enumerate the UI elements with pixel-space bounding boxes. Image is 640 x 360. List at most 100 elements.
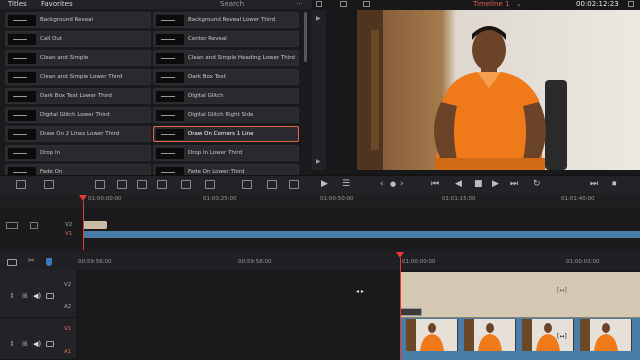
- ruler-tick: 01:01:15:00: [442, 196, 476, 202]
- full-screen-icon[interactable]: ⏹: [612, 179, 617, 190]
- overwrite-clip-icon[interactable]: [117, 180, 127, 189]
- title-item[interactable]: Background Reveal Lower Third: [153, 12, 299, 28]
- jog-left-icon[interactable]: ‹: [380, 179, 384, 190]
- title-item[interactable]: Center Reveal: [153, 31, 299, 47]
- audio-view-icon[interactable]: [30, 222, 38, 229]
- nav-arrows-icon[interactable]: ◂ ▸: [356, 288, 364, 295]
- go-to-end-icon[interactable]: ⏭: [510, 179, 518, 190]
- expand-panel-icon[interactable]: ▶: [316, 15, 321, 22]
- tab-favorites[interactable]: Favorites: [41, 0, 73, 9]
- more-options-icon[interactable]: ···: [296, 0, 303, 8]
- stop-icon[interactable]: ■: [474, 179, 483, 190]
- timeline-dropdown-icon[interactable]: ⌄: [516, 0, 522, 9]
- title-item[interactable]: Drop In: [5, 145, 151, 161]
- place-on-top-icon[interactable]: [157, 180, 167, 189]
- viewer-mode-icon[interactable]: [340, 1, 347, 7]
- title-item-label: Draw On Corners 1 Line: [188, 131, 254, 137]
- thumbnail-line: [161, 115, 175, 116]
- camera-icon[interactable]: [7, 259, 17, 266]
- title-item-label: Fade On Lower Third: [188, 169, 245, 175]
- title-item[interactable]: Digital Glitch Right Side: [153, 107, 299, 123]
- titles-list: Background Reveal Background Reveal Lower…: [0, 9, 310, 175]
- play-forward-icon[interactable]: ▶: [321, 179, 328, 190]
- monitor-icon[interactable]: [46, 293, 54, 299]
- clip-link-icon[interactable]: [↔]: [557, 287, 567, 294]
- trim-icon[interactable]: [289, 180, 299, 189]
- lift-icon[interactable]: [267, 180, 277, 189]
- track-view-icon[interactable]: [6, 222, 18, 229]
- clip-tool-icon[interactable]: [16, 180, 26, 189]
- upper-timeline-ruler[interactable]: 01:00:00:00 01:00:25:00 01:00:50:00 01:0…: [0, 194, 640, 208]
- append-icon[interactable]: [181, 180, 191, 189]
- title-item[interactable]: Background Reveal: [5, 12, 151, 28]
- clip-link-icon-v1[interactable]: [↔]: [557, 333, 567, 340]
- v1-track-bar[interactable]: [83, 231, 640, 238]
- fx-badge-icon[interactable]: [400, 308, 422, 316]
- titles-scrollbar[interactable]: [304, 12, 307, 62]
- loop-icon[interactable]: ↻: [533, 179, 541, 190]
- audio-clip-a2[interactable]: [400, 272, 640, 318]
- ripple-icon[interactable]: [205, 180, 215, 189]
- play-reverse-icon[interactable]: ◀: [455, 179, 462, 190]
- title-item[interactable]: Fade On: [5, 164, 151, 175]
- title-clip-mini[interactable]: [83, 221, 107, 229]
- title-item[interactable]: Draw On 2 Lines Lower Third: [5, 126, 151, 142]
- title-thumbnail: [8, 15, 36, 26]
- title-item[interactable]: Call Out: [5, 31, 151, 47]
- arrow-tool-icon[interactable]: [44, 180, 54, 189]
- title-item-label: Dark Box Text Lower Third: [40, 93, 112, 99]
- speaker-icon[interactable]: ◀): [33, 292, 41, 300]
- thumbnail-line: [161, 58, 175, 59]
- expand-panel-icon-bottom[interactable]: ▶: [316, 158, 321, 165]
- title-item-label: Call Out: [40, 36, 62, 42]
- thumbnail-line: [161, 20, 175, 21]
- lock-icon[interactable]: ⊞: [22, 292, 28, 300]
- video-clip-v1[interactable]: [400, 318, 640, 352]
- track-move-icon[interactable]: ⇕: [9, 292, 15, 300]
- title-thumbnail: [8, 91, 36, 102]
- go-to-start-icon[interactable]: ⏮: [431, 179, 439, 190]
- insert-clip-icon[interactable]: [95, 180, 105, 189]
- title-thumbnail: [156, 34, 184, 45]
- track-move-icon[interactable]: ⇕: [9, 340, 15, 348]
- title-item[interactable]: Clean and Simple Lower Third: [5, 69, 151, 85]
- title-item[interactable]: Fade On Lower Third: [153, 164, 299, 175]
- title-item[interactable]: Dark Box Text: [153, 69, 299, 85]
- title-item[interactable]: Digital Glitch Lower Third: [5, 107, 151, 123]
- viewer-side-bar: [312, 10, 326, 170]
- viewer-clip-icon[interactable]: [363, 1, 370, 7]
- timeline-name[interactable]: Timeline 1: [473, 0, 509, 9]
- title-item[interactable]: Clean and Simple Heading Lower Third: [153, 50, 299, 66]
- fit-to-fill-icon[interactable]: [242, 180, 252, 189]
- title-item-label: Clean and Simple: [40, 55, 89, 61]
- title-item-label: Clean and Simple Heading Lower Third: [188, 55, 295, 61]
- thumbnail-line: [161, 39, 175, 40]
- ruler-tick: 00:59:58:00: [238, 259, 272, 265]
- search-field[interactable]: Search: [220, 0, 244, 9]
- scissors-icon[interactable]: ✂: [28, 256, 35, 265]
- lock-icon[interactable]: ⊞: [22, 340, 28, 348]
- thumbnail-line: [161, 134, 175, 135]
- title-item[interactable]: Draw On Corners 1 Line: [153, 126, 299, 142]
- speaker-icon[interactable]: ◀): [33, 340, 41, 348]
- settings-icon[interactable]: ☰: [342, 179, 350, 190]
- thumbnail-line: [13, 115, 27, 116]
- ruler-tick: 01:00:25:00: [203, 196, 237, 202]
- viewer-layout-icon[interactable]: [316, 1, 322, 7]
- title-item[interactable]: Digital Glitch: [153, 88, 299, 104]
- audio-clip-a1[interactable]: [400, 352, 640, 360]
- jog-right-icon[interactable]: ›: [400, 179, 404, 190]
- replace-clip-icon[interactable]: [137, 180, 147, 189]
- next-clip-icon[interactable]: ⏭: [590, 179, 598, 190]
- jog-dot-icon[interactable]: ●: [390, 179, 396, 190]
- track-label-v2: V2: [64, 282, 72, 288]
- ruler-tick: 01:01:40:00: [561, 196, 595, 202]
- title-item[interactable]: Drop In Lower Third: [153, 145, 299, 161]
- title-item[interactable]: Dark Box Text Lower Third: [5, 88, 151, 104]
- title-item[interactable]: Clean and Simple: [5, 50, 151, 66]
- play-icon[interactable]: ▶: [492, 179, 499, 190]
- lower-playhead-line: [400, 258, 401, 360]
- viewer-options-icon[interactable]: [628, 1, 634, 7]
- monitor-icon[interactable]: [46, 341, 54, 347]
- shield-icon[interactable]: [46, 258, 52, 266]
